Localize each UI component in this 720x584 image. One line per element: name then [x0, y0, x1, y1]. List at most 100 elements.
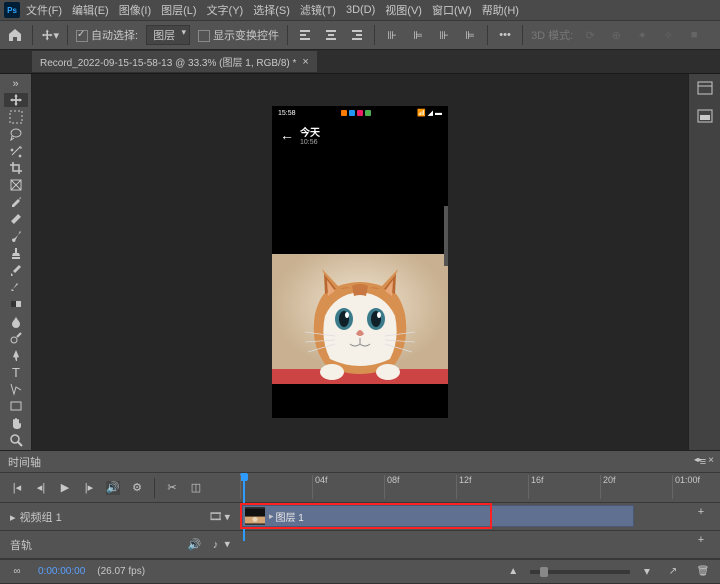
render-icon[interactable]: ↗ — [664, 563, 682, 581]
type-tool[interactable]: T — [4, 365, 28, 379]
menu-filter[interactable]: 滤镜(T) — [296, 0, 340, 20]
align-icon-2[interactable] — [322, 26, 340, 44]
music-note-icon[interactable]: ♪ — [206, 536, 224, 554]
expand-icon[interactable]: » — [4, 78, 28, 90]
timeline-panel: ◂▸ × 时间轴 ≡ |◂ ◂| ▶ |▸ 🔊 ⚙ ✂ ◫ 04f 08f 12… — [0, 450, 720, 583]
history-brush-tool[interactable] — [4, 263, 28, 277]
fps-label: (26.07 fps) — [97, 566, 145, 577]
delete-icon[interactable]: 🗑 — [694, 563, 712, 581]
lasso-tool[interactable] — [4, 127, 28, 141]
mute-icon[interactable]: 🔊 — [106, 481, 120, 495]
crop-tool[interactable] — [4, 161, 28, 175]
distribute-icon-2[interactable]: ⊫ — [409, 26, 427, 44]
document-tab[interactable]: Record_2022-09-15-15-58-13 @ 33.3% (图层 1… — [32, 51, 317, 72]
split-icon[interactable]: ✂ — [165, 481, 179, 495]
transition-icon[interactable]: ◫ — [189, 481, 203, 495]
tab-bar: Record_2022-09-15-15-58-13 @ 33.3% (图层 1… — [0, 50, 720, 74]
phone-header-title: 今天 — [300, 124, 320, 139]
menu-image[interactable]: 图像(I) — [115, 0, 155, 20]
menu-select[interactable]: 选择(S) — [249, 0, 294, 20]
zoom-out-icon[interactable]: ▲ — [508, 566, 518, 577]
menu-view[interactable]: 视图(V) — [381, 0, 426, 20]
document-canvas[interactable]: 15:58 📶 ◢ ▬ ← 今天 10:56 — [272, 106, 448, 418]
move-tool-icon[interactable]: ▾ — [41, 26, 59, 44]
zoom-in-icon[interactable]: ▲ — [642, 566, 652, 577]
3d-icon-4: ✧ — [659, 26, 677, 44]
video-track-row: ▸视频组 1 🎞▾ ▸ 图层 1 + — [0, 503, 720, 531]
back-icon: ← — [280, 127, 294, 143]
tools-panel: » T ••• — [0, 74, 32, 450]
filmstrip-icon[interactable]: 🎞 — [206, 508, 224, 526]
distribute-icon-3[interactable]: ⊪ — [435, 26, 453, 44]
path-tool[interactable] — [4, 382, 28, 396]
canvas-area[interactable]: 15:58 📶 ◢ ▬ ← 今天 10:56 — [32, 74, 688, 450]
menu-layer[interactable]: 图层(L) — [157, 0, 200, 20]
phone-statusbar: 15:58 📶 ◢ ▬ — [272, 106, 448, 120]
auto-select-checkbox[interactable]: 自动选择: — [76, 27, 138, 43]
next-frame-icon[interactable]: |▸ — [82, 481, 96, 495]
distribute-icon-1[interactable]: ⊪ — [383, 26, 401, 44]
stamp-tool[interactable] — [4, 246, 28, 260]
zoom-slider[interactable] — [530, 570, 630, 574]
video-group-label[interactable]: 视频组 1 — [20, 512, 62, 524]
eraser-tool[interactable] — [4, 280, 28, 294]
timecode[interactable]: 0:00:00:00 — [38, 566, 85, 577]
more-icon[interactable]: ••• — [496, 26, 514, 44]
audio-label[interactable]: 音轨 — [10, 537, 32, 553]
audio-mute-icon[interactable]: 🔊 — [185, 535, 203, 553]
phone-header-time: 10:56 — [300, 139, 320, 146]
phone-header: ← 今天 10:56 — [272, 120, 448, 150]
rect-tool[interactable] — [4, 399, 28, 413]
audio-track-row: 音轨 🔊 ♪▾ + — [0, 531, 720, 559]
add-audio-icon[interactable]: + — [692, 531, 710, 549]
menu-3d[interactable]: 3D(D) — [342, 2, 379, 18]
right-panels — [688, 74, 720, 450]
auto-select-dropdown[interactable]: 图层 — [146, 25, 190, 45]
blur-tool[interactable] — [4, 314, 28, 328]
collapse-icon[interactable]: ◂▸ — [694, 455, 702, 464]
heal-tool[interactable] — [4, 212, 28, 226]
menu-type[interactable]: 文字(Y) — [203, 0, 248, 20]
menu-help[interactable]: 帮助(H) — [478, 0, 523, 20]
play-icon[interactable]: ▶ — [58, 481, 72, 495]
loop-icon[interactable]: ∞ — [8, 563, 26, 581]
first-frame-icon[interactable]: |◂ — [10, 481, 24, 495]
menu-bar: Ps 文件(F) 编辑(E) 图像(I) 图层(L) 文字(Y) 选择(S) 滤… — [0, 0, 720, 20]
phone-time: 15:58 — [278, 110, 296, 117]
eyedropper-tool[interactable] — [4, 195, 28, 209]
zoom-tool[interactable] — [4, 433, 28, 447]
content-image — [272, 254, 448, 384]
show-transform-checkbox[interactable]: 显示变换控件 — [198, 27, 279, 43]
timeline-footer: ∞ 0:00:00:00 (26.07 fps) ▲ ▲ ↗ 🗑 — [0, 559, 720, 583]
timeline-ruler[interactable]: 04f 08f 12f 16f 20f 01:00f — [240, 475, 720, 499]
gradient-tool[interactable] — [4, 297, 28, 311]
frame-tool[interactable] — [4, 178, 28, 192]
home-icon[interactable] — [6, 26, 24, 44]
canvas-scrollbar[interactable] — [444, 206, 448, 266]
pen-tool[interactable] — [4, 348, 28, 362]
move-tool[interactable] — [4, 93, 28, 107]
brush-tool[interactable] — [4, 229, 28, 243]
menu-window[interactable]: 窗口(W) — [428, 0, 476, 20]
close-panel-icon[interactable]: × — [708, 455, 714, 466]
marquee-tool[interactable] — [4, 110, 28, 124]
dodge-tool[interactable] — [4, 331, 28, 345]
panel-icon-2[interactable] — [693, 106, 717, 126]
add-video-icon[interactable]: + — [692, 503, 710, 521]
close-tab-icon[interactable]: × — [302, 56, 308, 68]
menu-file[interactable]: 文件(F) — [22, 0, 66, 20]
timeline-title[interactable]: 时间轴 — [8, 454, 41, 470]
align-icon-3[interactable] — [348, 26, 366, 44]
align-icon-1[interactable] — [296, 26, 314, 44]
document-tab-title: Record_2022-09-15-15-58-13 @ 33.3% (图层 1… — [40, 54, 296, 69]
menu-edit[interactable]: 编辑(E) — [68, 0, 113, 20]
hand-tool[interactable] — [4, 416, 28, 430]
wand-tool[interactable] — [4, 144, 28, 158]
3d-icon-2: ⊕ — [607, 26, 625, 44]
settings-icon[interactable]: ⚙ — [130, 481, 144, 495]
prev-frame-icon[interactable]: ◂| — [34, 481, 48, 495]
distribute-icon-4[interactable]: ⊫ — [461, 26, 479, 44]
3d-icon-3: ✦ — [633, 26, 651, 44]
panel-icon-1[interactable] — [693, 78, 717, 98]
app-logo: Ps — [4, 2, 20, 18]
